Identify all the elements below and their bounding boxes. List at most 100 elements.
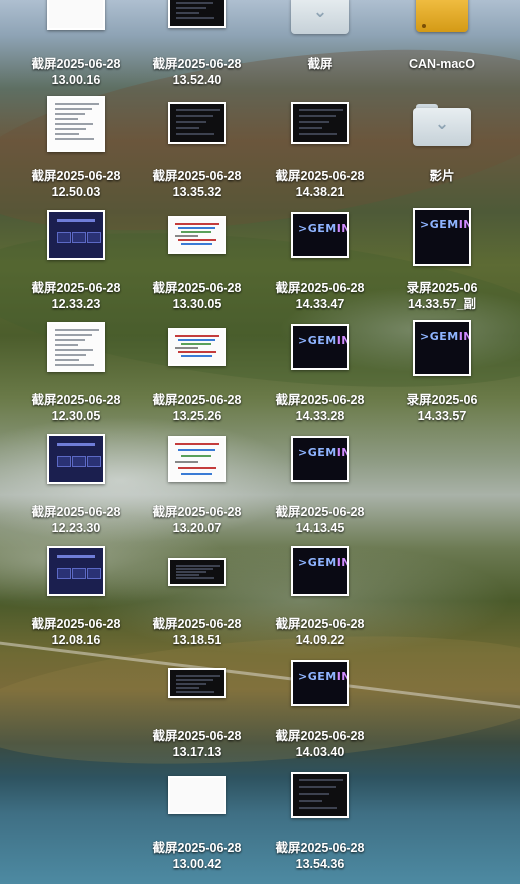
desktop-file-screenshot-13-18-51[interactable]: 截屏2025-06-28 13.18.51 xyxy=(144,558,250,647)
desktop-file-screenshot-12-30-05[interactable]: 截屏2025-06-28 12.30.05 xyxy=(23,322,129,423)
thumbnail-text-line xyxy=(176,679,213,681)
desktop-file-screenshot-14-38-21[interactable]: 截屏2025-06-28 14.38.21 xyxy=(267,102,373,199)
desktop-file-screenshot-14-13-45[interactable]: >GEMINI 截屏2025-06-28 14.13.45 xyxy=(267,436,373,535)
desktop-file-screenshot-14-33-28[interactable]: >GEMINI 截屏2025-06-28 14.33.28 xyxy=(267,324,373,423)
thumbnail-text-line xyxy=(181,455,211,457)
file-name-label: 截屏2025-06-28 12.33.23 xyxy=(23,280,129,312)
file-name-label: 截屏2025-06-28 14.03.40 xyxy=(267,728,373,760)
file-name-line2: 13.00.16 xyxy=(51,73,101,87)
thumbnail-text-line xyxy=(175,335,219,337)
external-drive-icon xyxy=(416,0,468,36)
thumbnail-text-line xyxy=(176,127,199,129)
file-name-line1: 截屏2025-06-28 xyxy=(152,281,242,295)
thumbnail-text-line xyxy=(55,339,85,341)
slide-card xyxy=(87,456,101,467)
file-name-line2: 12.33.23 xyxy=(51,297,101,311)
desktop-file-screenshot-13-52-40[interactable]: 截屏2025-06-28 13.52.40 xyxy=(144,0,250,87)
gemini-logo: >GEMINI xyxy=(298,670,347,683)
desktop-file-screenshot-12-08-16[interactable]: 截屏2025-06-28 12.08.16 xyxy=(23,546,129,647)
desktop-file-recording-14-33-57[interactable]: >GEMINI 录屏2025-06 14.33.57 xyxy=(389,320,495,423)
desktop-file-folder-jieping[interactable]: ⌄ 截屏 xyxy=(267,0,373,71)
file-name-line1: 截屏2025-06-28 xyxy=(31,169,121,183)
file-name-line2: 13.30.05 xyxy=(172,297,222,311)
screenshot-thumbnail: >GEMINI xyxy=(413,320,471,376)
desktop-file-screenshot-13-00-42[interactable]: 截屏2025-06-28 13.00.42 xyxy=(144,776,250,871)
file-name-label: 截屏2025-06-28 13.54.36 xyxy=(267,840,373,872)
desktop-file-folder-yingpian[interactable]: ⌄ 影片 xyxy=(389,104,495,183)
thumbnail-text-line xyxy=(176,691,214,693)
thumbnail-text-line xyxy=(299,786,336,788)
thumbnail-text-line xyxy=(176,121,206,123)
file-name-label: 截屏2025-06-28 13.00.16 xyxy=(23,56,129,88)
thumbnail-text-line xyxy=(55,334,92,336)
desktop-file-screenshot-14-03-40[interactable]: >GEMINI 截屏2025-06-28 14.03.40 xyxy=(267,660,373,759)
thumbnail-text-line xyxy=(299,127,322,129)
thumbnail-text-line xyxy=(55,113,85,115)
gemini-logo: >GEMINI xyxy=(420,218,469,231)
file-name-line2: 12.08.16 xyxy=(51,633,101,647)
file-name-line1: 录屏2025-06 xyxy=(406,393,478,407)
gemini-logo: >GEMINI xyxy=(298,334,347,347)
file-name-label: 截屏2025-06-28 13.17.13 xyxy=(144,728,250,760)
file-name-line2: 13.17.13 xyxy=(172,745,222,759)
thumbnail-text-line xyxy=(181,343,211,345)
gemini-logo: >GEMINI xyxy=(298,446,347,459)
desktop-file-screenshot-13-30-05[interactable]: 截屏2025-06-28 13.30.05 xyxy=(144,216,250,311)
file-name-label: 截屏2025-06-28 14.33.28 xyxy=(267,392,373,424)
file-name-label: 截屏2025-06-28 13.30.05 xyxy=(144,280,250,312)
slide-card xyxy=(87,568,101,579)
screenshot-thumbnail xyxy=(291,102,349,144)
file-name-line2: 13.25.26 xyxy=(172,409,222,423)
file-name-line2: 13.52.40 xyxy=(172,73,222,87)
thumbnail-text-line xyxy=(55,359,79,361)
thumbnail-text-line xyxy=(178,239,216,241)
thumbnail-text-line xyxy=(176,2,213,4)
thumbnail-text-line xyxy=(176,568,213,570)
desktop-file-screenshot-13-20-07[interactable]: 截屏2025-06-28 13.20.07 xyxy=(144,436,250,535)
desktop-file-screenshot-14-09-22[interactable]: >GEMINI 截屏2025-06-28 14.09.22 xyxy=(267,546,373,647)
slide-card xyxy=(87,232,101,243)
gemini-logo: >GEMINI xyxy=(298,556,347,569)
file-name-line2: 12.30.05 xyxy=(51,409,101,423)
screenshot-thumbnail xyxy=(47,546,105,596)
file-name-label: 截屏2025-06-28 13.35.32 xyxy=(144,168,250,200)
screenshot-thumbnail xyxy=(47,434,105,484)
thumbnail-text-line xyxy=(178,351,216,353)
chevron-down-icon: ⌄ xyxy=(312,2,328,21)
file-name-line1: 截屏2025-06-28 xyxy=(31,281,121,295)
file-name-label: 影片 xyxy=(389,168,495,184)
file-name-label: 截屏2025-06-28 12.50.03 xyxy=(23,168,129,200)
slide-card xyxy=(57,568,71,579)
file-name-line2: 14.03.40 xyxy=(295,745,345,759)
file-name-line1: 影片 xyxy=(429,169,455,183)
file-name-line1: 截屏 xyxy=(307,57,333,71)
file-name-line2: 13.20.07 xyxy=(172,521,222,535)
screenshot-thumbnail xyxy=(168,216,226,254)
desktop-file-screenshot-13-00-16[interactable]: 截屏2025-06-28 13.00.16 xyxy=(23,0,129,87)
screenshot-thumbnail xyxy=(168,668,226,698)
file-name-line1: 截屏2025-06-28 xyxy=(152,841,242,855)
thumbnail-text-line xyxy=(176,577,214,579)
desktop-file-screenshot-13-17-13[interactable]: 截屏2025-06-28 13.17.13 xyxy=(144,668,250,759)
thumbnail-text-line xyxy=(178,449,215,451)
desktop-file-screenshot-13-25-26[interactable]: 截屏2025-06-28 13.25.26 xyxy=(144,328,250,423)
file-name-line1: 截屏2025-06-28 xyxy=(152,617,242,631)
thumbnail-text-line xyxy=(175,443,219,445)
thumbnail-text-line xyxy=(55,128,86,130)
desktop-file-screenshot-12-33-23[interactable]: 截屏2025-06-28 12.33.23 xyxy=(23,210,129,311)
desktop-file-screenshot-13-54-36[interactable]: 截屏2025-06-28 13.54.36 xyxy=(267,772,373,871)
desktop-file-recording-14-33-57-copy[interactable]: >GEMINI 录屏2025-06 14.33.57_副 xyxy=(389,208,495,311)
file-name-label: 录屏2025-06 14.33.57_副 xyxy=(389,280,495,312)
screenshot-thumbnail xyxy=(168,328,226,366)
desktop-file-drive-can-macos[interactable]: CAN-macO xyxy=(389,0,495,71)
chevron-down-icon: ⌄ xyxy=(434,114,450,133)
desktop-file-screenshot-12-50-03[interactable]: 截屏2025-06-28 12.50.03 xyxy=(23,96,129,199)
thumbnail-text-line xyxy=(175,235,198,237)
slide-title-bar xyxy=(57,219,95,222)
thumbnail-text-line xyxy=(55,344,78,346)
desktop-file-screenshot-12-23-30[interactable]: 截屏2025-06-28 12.23.30 xyxy=(23,434,129,535)
desktop-file-screenshot-13-35-32[interactable]: 截屏2025-06-28 13.35.32 xyxy=(144,102,250,199)
file-name-line1: 截屏2025-06-28 xyxy=(31,617,121,631)
desktop-file-screenshot-14-33-47[interactable]: >GEMINI 截屏2025-06-28 14.33.47 xyxy=(267,212,373,311)
file-name-label: 截屏2025-06-28 12.08.16 xyxy=(23,616,129,648)
